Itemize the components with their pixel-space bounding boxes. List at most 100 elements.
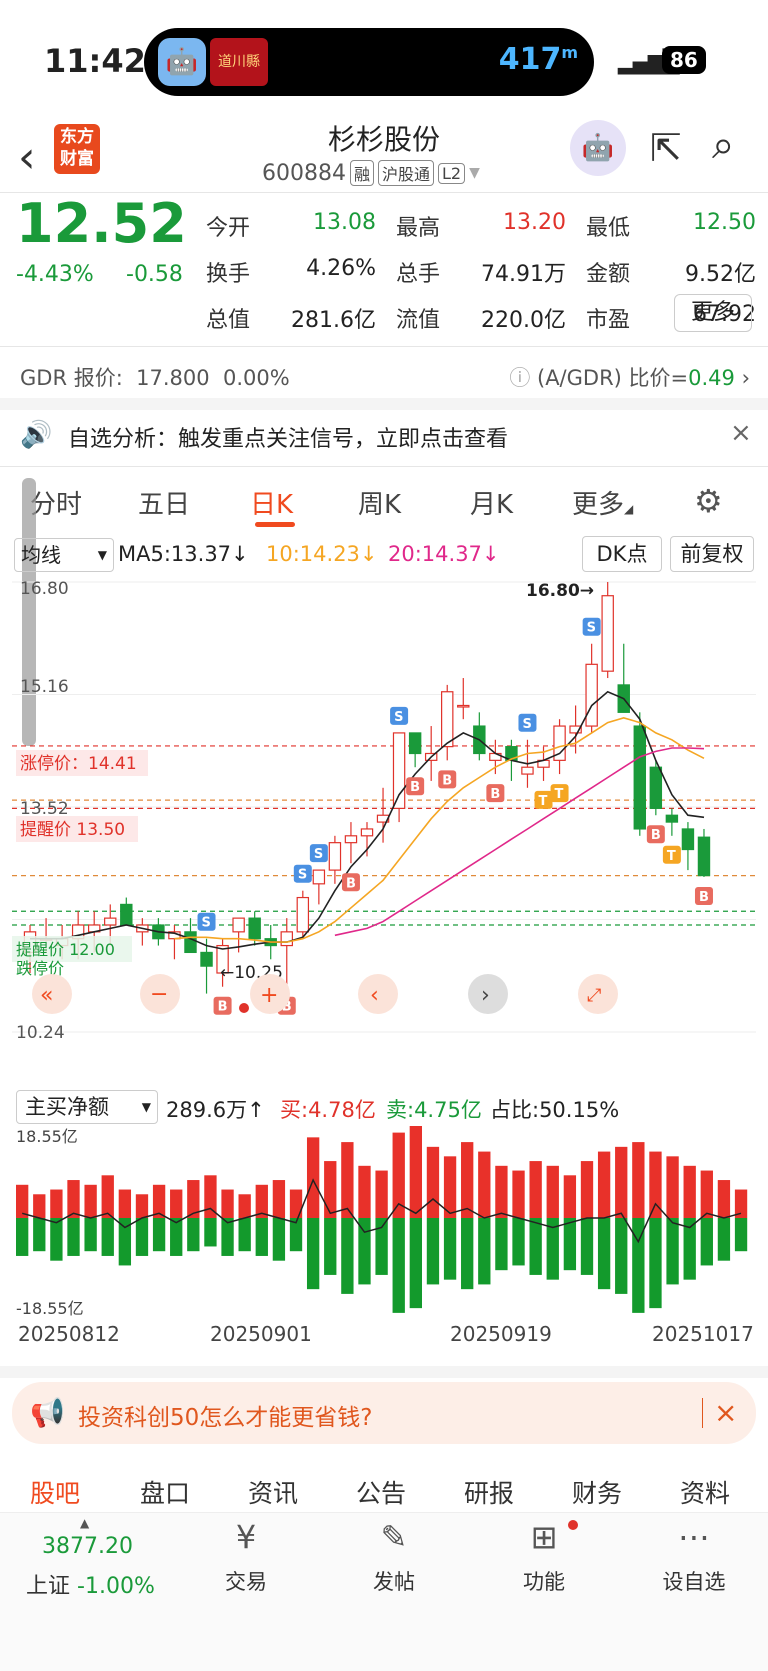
- y-label-bottom: 10.24: [16, 1023, 65, 1043]
- tab-daily-k[interactable]: 日K: [250, 484, 293, 521]
- kline-chart[interactable]: SBBSSBSBBBSTTSSBTB 16.80 15.16 13.52 10.…: [12, 574, 756, 1086]
- indicator-buy: 买:4.78亿: [280, 1098, 376, 1122]
- sell-bar: [221, 1218, 234, 1256]
- promo-text[interactable]: 投资科创50怎么才能更省钱?: [78, 1398, 372, 1432]
- candle: [120, 903, 133, 926]
- tab-more[interactable]: 更多◢: [572, 484, 633, 521]
- quote-label: 金额: [586, 262, 631, 287]
- apps-icon[interactable]: ⊞: [494, 1518, 594, 1556]
- tab-intraday[interactable]: 分时: [30, 484, 82, 521]
- more-dots-icon[interactable]: ⋯: [644, 1518, 744, 1556]
- buy-bar: [118, 1189, 132, 1218]
- buy-bar: [33, 1194, 46, 1218]
- sell-bar: [597, 1218, 611, 1290]
- buy-bar: [409, 1126, 422, 1218]
- search-icon[interactable]: ⌕: [712, 122, 734, 168]
- signal-label: B: [410, 780, 420, 795]
- ma20-value: 20:14.37↓: [388, 542, 500, 566]
- gdr-ratio[interactable]: ⓘ (A/GDR) 比价=0.49 ›: [509, 362, 750, 392]
- tab-research[interactable]: 研报: [464, 1474, 514, 1510]
- nav-functions[interactable]: 功能: [494, 1566, 594, 1596]
- nav-add-watchlist[interactable]: 设自选: [644, 1566, 744, 1596]
- buy-bar: [615, 1146, 628, 1218]
- signal-label: S: [298, 868, 307, 883]
- stock-code: 600884: [262, 160, 346, 186]
- sell-bar: [358, 1218, 371, 1285]
- nav-trade[interactable]: 交易: [196, 1566, 296, 1596]
- tab-announcements[interactable]: 公告: [356, 1474, 406, 1510]
- signal-label: B: [699, 890, 709, 905]
- section-gap: [0, 1366, 768, 1378]
- sell-bar: [50, 1218, 63, 1261]
- gdr-quote: GDR 报价: 17.800 0.00%: [20, 366, 290, 390]
- quote-label: 总值: [206, 308, 251, 333]
- chevron-right-icon: ›: [741, 366, 750, 390]
- signal-label: S: [587, 621, 596, 636]
- buy-bar: [324, 1161, 337, 1218]
- flow-top-label: 18.55亿: [16, 1127, 78, 1146]
- quote-label: 今开: [206, 216, 251, 241]
- minus-icon: −: [150, 982, 168, 1007]
- close-icon[interactable]: ×: [730, 418, 752, 448]
- gear-icon[interactable]: ⚙: [694, 482, 723, 520]
- quote-value: 13.08: [313, 210, 376, 235]
- ma-select[interactable]: 均线 ▼: [14, 538, 114, 572]
- candle: [200, 951, 213, 967]
- adjust-button[interactable]: 前复权: [670, 536, 754, 572]
- buy-bar: [529, 1161, 542, 1218]
- today-dot: [239, 1003, 249, 1013]
- sell-bar: [717, 1218, 731, 1261]
- sell-bar: [255, 1218, 268, 1256]
- divider: [702, 1398, 703, 1428]
- tab-weekly-k[interactable]: 周K: [358, 484, 401, 521]
- date-label: 20250812: [18, 1322, 120, 1346]
- sell-bar: [615, 1218, 628, 1294]
- sell-bar: [152, 1218, 166, 1252]
- tab-orderbook[interactable]: 盘口: [140, 1474, 190, 1510]
- sell-bar: [512, 1218, 525, 1266]
- indicator-select[interactable]: 主买净额 ▼: [16, 1090, 158, 1124]
- stock-subtitle[interactable]: 600884 融 沪股通 L2 ▼: [262, 160, 480, 186]
- edit-icon[interactable]: ✎: [344, 1518, 444, 1556]
- index-name[interactable]: 上证 -1.00%: [26, 1568, 155, 1600]
- assistant-avatar-icon[interactable]: 🤖: [570, 120, 626, 176]
- tab-finance[interactable]: 财务: [572, 1474, 622, 1510]
- tab-news[interactable]: 资讯: [248, 1474, 298, 1510]
- buy-bar: [375, 1170, 388, 1218]
- nav-post[interactable]: 发帖: [344, 1566, 444, 1596]
- sell-bar: [135, 1218, 149, 1256]
- tab-forum[interactable]: 股吧: [30, 1474, 80, 1510]
- signal-label: S: [394, 710, 403, 725]
- buy-bar: [683, 1165, 696, 1218]
- buy-bar: [84, 1184, 97, 1218]
- trade-icon[interactable]: ¥: [196, 1518, 296, 1556]
- quote-value: 220.0亿: [481, 308, 566, 333]
- share-icon[interactable]: ⇱: [650, 126, 682, 170]
- tab-five-day[interactable]: 五日: [138, 484, 190, 521]
- chart-controls[interactable]: « − + ‹ › ⤢: [32, 974, 618, 1014]
- tab-profile[interactable]: 资料: [680, 1474, 730, 1510]
- buy-bar: [580, 1161, 594, 1218]
- status-bar: 11:42 🤖 道川縣 417m ▂▄▆█ 86: [0, 0, 768, 120]
- date-label: 20250901: [210, 1322, 312, 1346]
- remind-tag: 提醒价 13.50: [20, 820, 125, 840]
- buy-bar: [700, 1170, 713, 1218]
- change-percent: -4.43%: [16, 262, 94, 287]
- quote-value: 4.26%: [306, 256, 376, 281]
- signal-label: B: [490, 787, 500, 802]
- index-value[interactable]: 3877.20: [42, 1534, 133, 1559]
- caret-up-icon: ▲: [80, 1516, 90, 1530]
- tab-monthly-k[interactable]: 月K: [470, 484, 513, 521]
- analysis-notice[interactable]: 自选分析：触发重点关注信号，立即点击查看: [68, 421, 508, 453]
- dk-point-button[interactable]: DK点: [582, 536, 662, 572]
- buy-bar: [461, 1142, 474, 1218]
- flow-chart[interactable]: 18.55亿 -18.55亿: [12, 1126, 756, 1322]
- quote-label: 换手: [206, 262, 251, 287]
- close-icon[interactable]: ×: [714, 1396, 737, 1429]
- sell-bar: [409, 1218, 422, 1309]
- app-banner-icon: 道川縣: [210, 38, 268, 86]
- more-button[interactable]: 更多: [674, 294, 752, 332]
- ma5-value: MA5:13.37↓: [118, 542, 249, 566]
- candle: [360, 828, 374, 837]
- sell-bar: [170, 1218, 183, 1256]
